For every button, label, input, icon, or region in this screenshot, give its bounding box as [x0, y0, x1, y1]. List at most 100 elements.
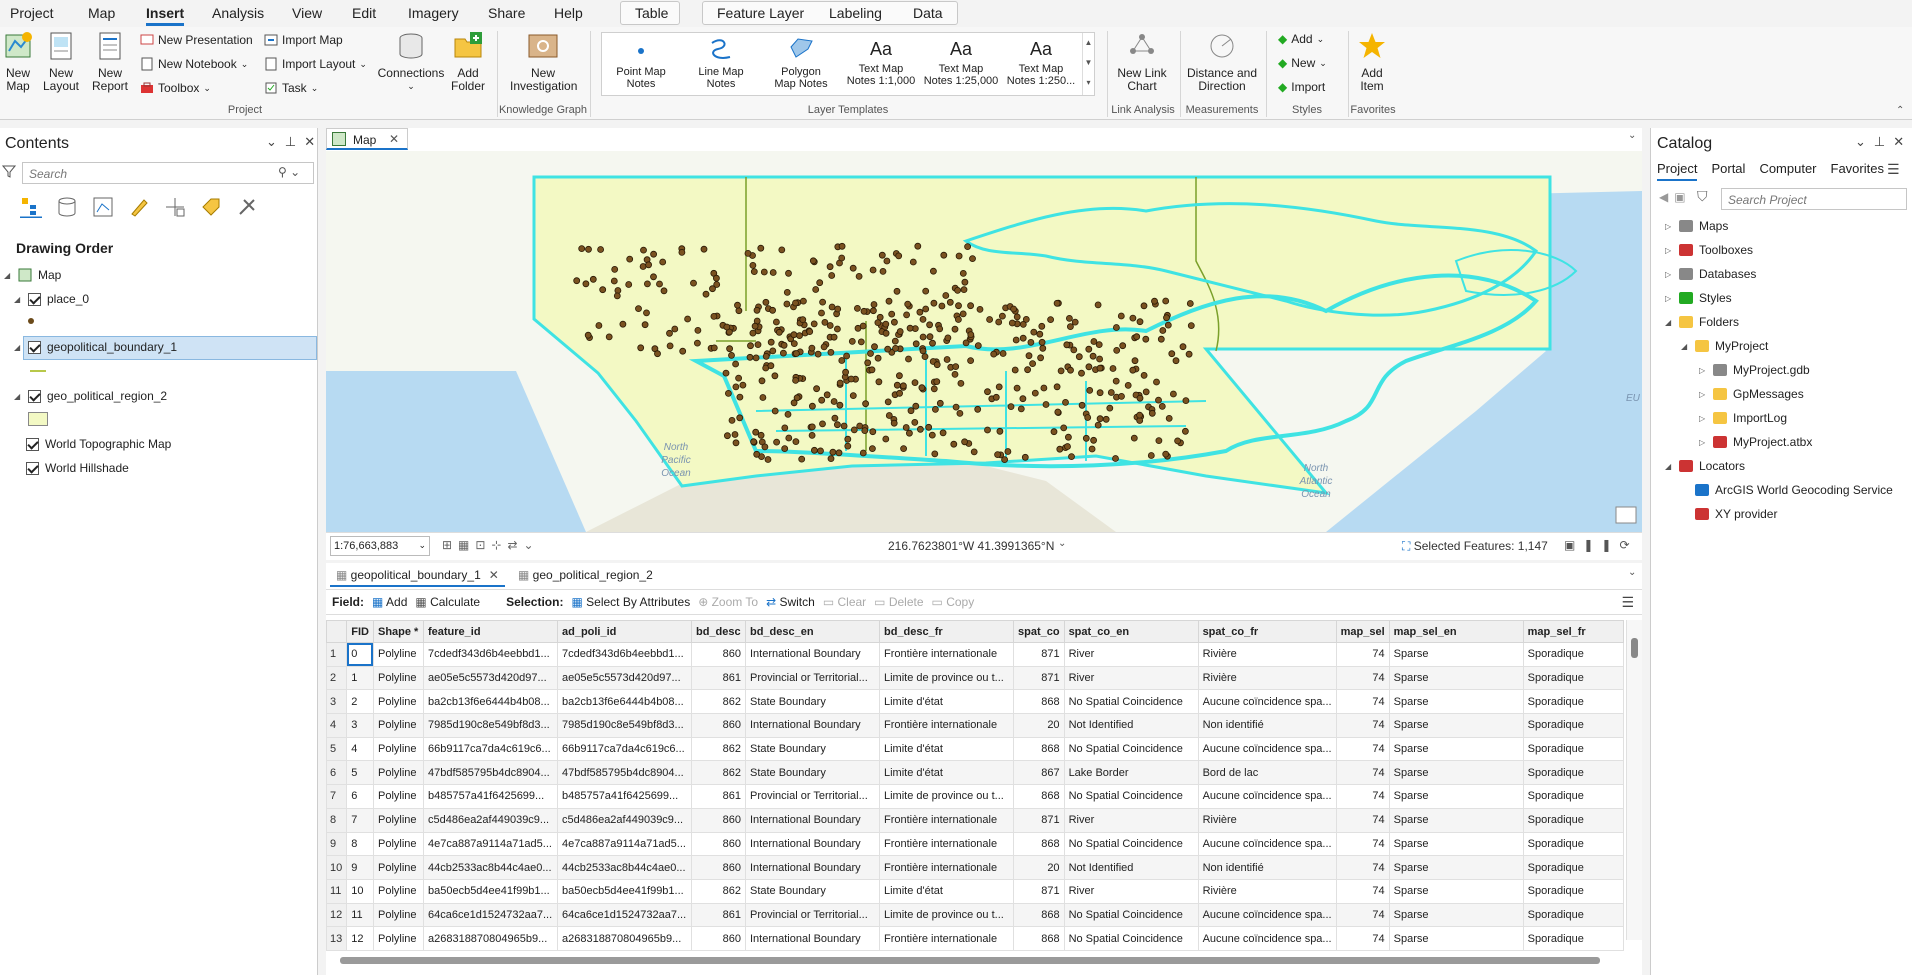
table-cell[interactable]: Polyline [372, 642, 424, 667]
table-cell[interactable]: 44cb2533ac8b44c4ae0... [422, 855, 558, 880]
table-cell[interactable]: Polyline [372, 736, 424, 762]
table-cell[interactable]: Frontière internationale [878, 642, 1014, 667]
clear-selection-button[interactable]: ▭ Clear [823, 595, 866, 609]
column-header[interactable]: bd_desc_en [744, 620, 880, 643]
table-cell[interactable]: 74 [1335, 665, 1390, 691]
table-cell[interactable]: 4e7ca887a9114a71ad5... [556, 831, 692, 857]
distance-direction-button[interactable]: Distance and Direction [1184, 31, 1260, 93]
table-cell[interactable]: Limite de province ou t... [878, 902, 1014, 928]
catalog-item[interactable]: ▷ MyProject.atbx [1699, 435, 1812, 449]
layer-place-0[interactable]: ◢ place_0 [14, 292, 89, 306]
row-number-cell[interactable]: 3 [325, 689, 348, 715]
tab-share[interactable]: Share [488, 5, 525, 21]
expand-icon[interactable]: ▷ [1665, 246, 1673, 255]
row-number-cell[interactable]: 11 [325, 878, 348, 904]
scale-selector[interactable]: 1:76,663,883 ⌄ [330, 536, 430, 556]
styles-add-button[interactable]: ◆ Add ⌄ [1278, 32, 1324, 46]
expand-icon[interactable]: ▷ [1699, 438, 1707, 447]
table-cell[interactable]: Rivière [1197, 807, 1337, 833]
table-cell[interactable]: River [1063, 665, 1199, 691]
table-cell[interactable]: 860 [690, 831, 746, 857]
horizontal-scrollbar[interactable] [340, 954, 1620, 966]
filter-icon[interactable]: ⛉ [1697, 188, 1708, 205]
table-cell[interactable]: 860 [690, 807, 746, 833]
row-number-cell[interactable]: 2 [325, 665, 348, 691]
table-cell[interactable]: Sporadique [1522, 784, 1624, 809]
table-row[interactable]: 12 11 Polyline 64ca6ce1d1524732aa7... 64ca6c… [325, 902, 1624, 928]
table-cell[interactable]: 860 [690, 713, 746, 738]
table-cell[interactable]: 7 [346, 807, 374, 833]
table-cell[interactable]: Sporadique [1522, 926, 1624, 951]
table-cell[interactable]: 20 [1012, 713, 1065, 738]
catalog-item[interactable]: ▷ MyProject.gdb [1699, 363, 1810, 377]
catalog-item[interactable]: ▷ ImportLog [1699, 411, 1787, 425]
table-cell[interactable]: Sporadique [1522, 713, 1624, 738]
new-notebook-button[interactable]: New Notebook ⌄ [140, 57, 248, 71]
polygon-map-notes-button[interactable]: Polygon Map Notes [762, 33, 840, 95]
table-cell[interactable]: Sparse [1388, 855, 1524, 880]
row-number-cell[interactable]: 7 [325, 784, 348, 809]
catalog-item[interactable]: ▷ Styles [1665, 291, 1732, 305]
row-number-cell[interactable]: 13 [325, 926, 348, 951]
add-item-button[interactable]: Add Item [1352, 31, 1392, 93]
table-cell[interactable]: Bord de lac [1197, 760, 1337, 786]
table-cell[interactable]: Rivière [1197, 878, 1337, 904]
table-cell[interactable]: No Spatial Coincidence [1063, 689, 1199, 715]
column-header[interactable]: bd_desc_fr [878, 620, 1014, 643]
copy-button[interactable]: ▭ Copy [932, 595, 975, 609]
table-options-menu-icon[interactable]: ☰ [1621, 594, 1634, 611]
table-cell[interactable]: Sparse [1388, 713, 1524, 738]
gallery-scroll[interactable]: ▲ ▼ ▾ [1082, 33, 1094, 95]
table-cell[interactable]: Frontière internationale [878, 807, 1014, 833]
table-cell[interactable]: 871 [1012, 878, 1065, 904]
table-cell[interactable]: Not Identified [1063, 855, 1199, 880]
table-cell[interactable]: 74 [1335, 926, 1390, 951]
layer-visibility-checkbox[interactable] [28, 340, 41, 354]
list-by-snapping-icon[interactable] [164, 196, 186, 218]
table-cell[interactable]: 0 [346, 642, 374, 667]
column-header[interactable]: map_sel [1335, 620, 1390, 643]
table-cell[interactable]: No Spatial Coincidence [1063, 736, 1199, 762]
catalog-tab-computer[interactable]: Computer [1759, 161, 1816, 181]
layer-visibility-checkbox[interactable] [28, 389, 41, 403]
layer-visibility-checkbox[interactable] [28, 292, 41, 306]
expand-icon[interactable]: ▷ [1699, 366, 1707, 375]
layer-geo-political-region-2[interactable]: ◢ geo_political_region_2 [14, 389, 167, 403]
table-cell[interactable]: 868 [1012, 784, 1065, 809]
row-number-cell[interactable]: 4 [325, 713, 348, 738]
catalog-nav-buttons[interactable]: ◀▣ [1659, 190, 1692, 204]
table-cell[interactable]: 868 [1012, 736, 1065, 762]
table-cell[interactable]: Polyline [372, 807, 424, 833]
table-cell[interactable]: Rivière [1197, 642, 1337, 667]
table-cell[interactable]: 2 [346, 689, 374, 715]
catalog-item[interactable]: ▷ Toolboxes [1665, 243, 1753, 257]
catalog-tab-favorites[interactable]: Favorites [1831, 161, 1884, 181]
layer-world-hillshade[interactable]: World Hillshade [26, 461, 129, 475]
table-cell[interactable]: Sparse [1388, 642, 1524, 667]
column-header[interactable]: spat_co_fr [1197, 620, 1337, 643]
pane-controls[interactable]: ⌄⊥✕ [266, 134, 323, 150]
table-cell[interactable]: 74 [1335, 642, 1390, 667]
table-row[interactable]: 1 0 Polyline 7cdedf343d6b4eebbd1... 7cdedf34… [325, 642, 1624, 667]
table-cell[interactable]: 66b9117ca7da4c619c6... [422, 736, 558, 762]
text-map-notes-1000-button[interactable]: Aa Text Map Notes 1:1,000 [842, 33, 920, 95]
row-number-cell[interactable]: 12 [325, 902, 348, 928]
table-cell[interactable]: Sporadique [1522, 736, 1624, 762]
table-cell[interactable]: Sparse [1388, 760, 1524, 786]
table-cell[interactable]: Sparse [1388, 689, 1524, 715]
table-cell[interactable]: 871 [1012, 665, 1065, 691]
table-tab-region[interactable]: ▦ geo_political_region_2 [512, 563, 659, 587]
table-cell[interactable]: Non identifié [1197, 713, 1337, 738]
table-cell[interactable]: River [1063, 807, 1199, 833]
table-cell[interactable]: Sporadique [1522, 855, 1624, 880]
column-header[interactable]: spat_co_en [1063, 620, 1199, 643]
list-by-drawing-order-icon[interactable] [20, 196, 42, 218]
point-map-notes-button[interactable]: Point Map Notes [602, 33, 680, 95]
tab-analysis[interactable]: Analysis [212, 5, 264, 21]
chevron-down-icon[interactable]: ⌄ [1628, 567, 1636, 578]
delete-button[interactable]: ▭ Delete [874, 595, 923, 609]
table-cell[interactable]: Sporadique [1522, 902, 1624, 928]
table-cell[interactable]: Rivière [1197, 665, 1337, 691]
table-cell[interactable]: 74 [1335, 831, 1390, 857]
table-cell[interactable]: Sparse [1388, 736, 1524, 762]
